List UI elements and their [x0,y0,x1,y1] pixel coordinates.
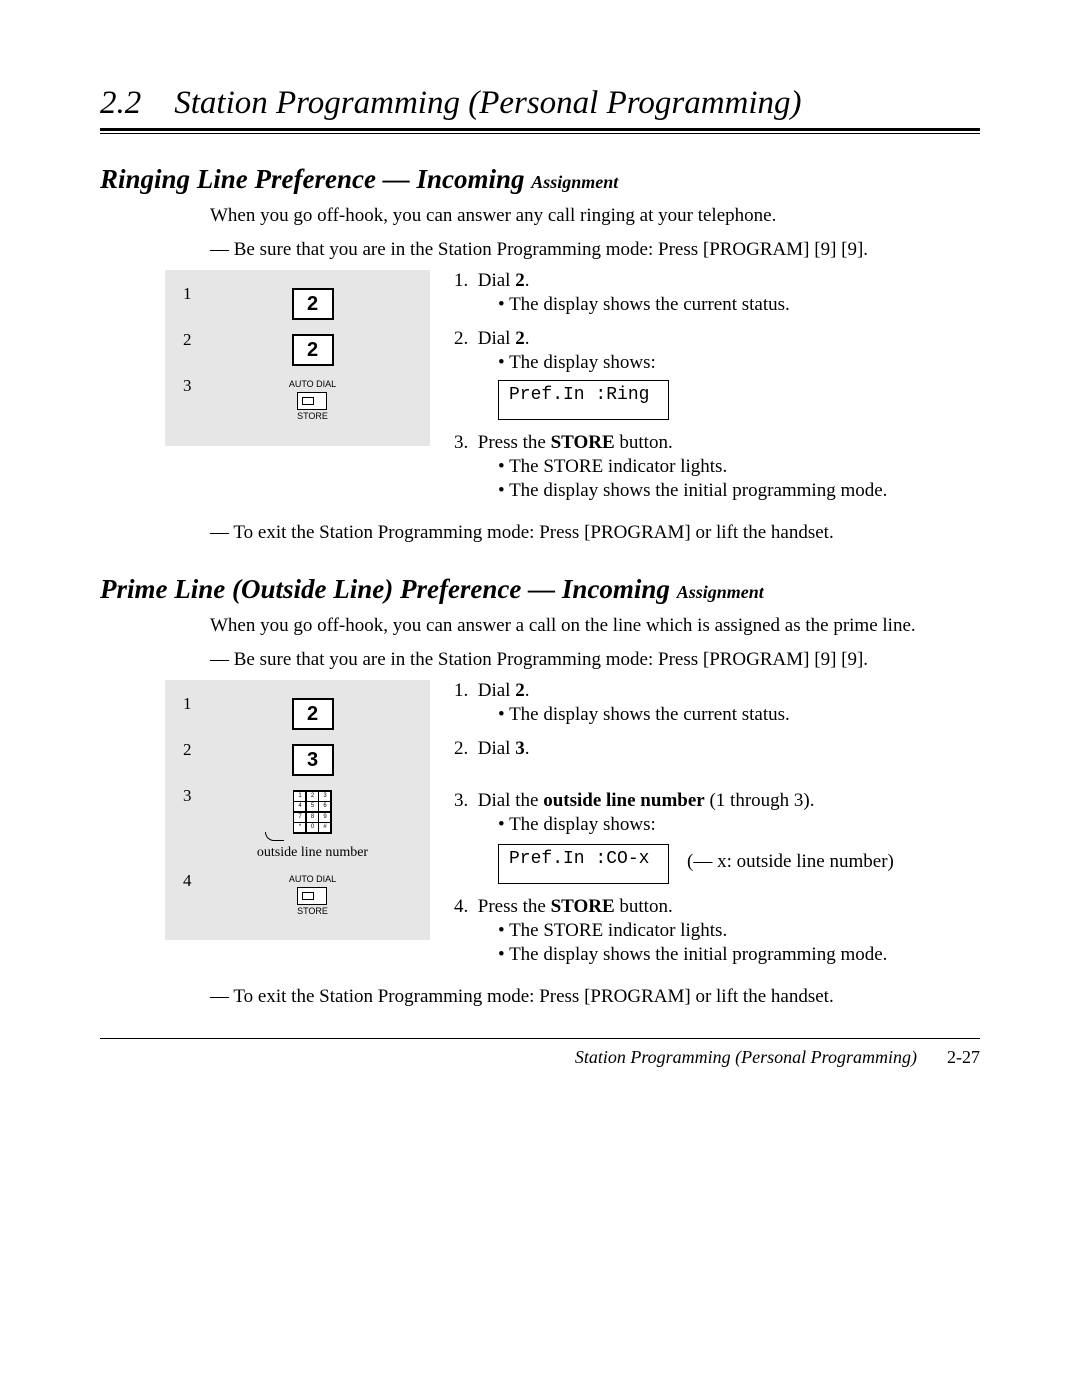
diagram-step-num: 2 [183,740,205,760]
bullet: The STORE indicator lights. [498,456,980,478]
precondition-note: — Be sure that you are in the Station Pr… [210,647,980,673]
procedure-block: 1 2 2 2 3 AUTO DIAL STORE [100,270,980,514]
precondition-note: — Be sure that you are in the Station Pr… [210,237,980,263]
diagram-step-num: 2 [183,330,205,350]
bullet: The STORE indicator lights. [498,920,980,942]
diagram-panel: 1 2 2 2 3 AUTO DIAL STORE [165,270,430,446]
lcd-display: Pref.In :Ring [498,380,669,420]
exit-note: — To exit the Station Programming mode: … [210,984,980,1010]
procedure-block: 1 2 2 3 3 123 456 789 *0# [100,680,980,978]
subsection-title: Ringing Line Preference — Incoming Assig… [100,164,980,195]
diagram-step-num: 3 [183,786,205,806]
intro-text: When you go off-hook, you can answer any… [210,203,980,229]
bullet: The display shows the current status. [498,704,980,726]
bullet: The display shows: [498,814,980,836]
intro-text: When you go off-hook, you can answer a c… [210,613,980,639]
bullet: The display shows the current status. [498,294,980,316]
page-number: 2-27 [947,1047,980,1068]
display-note: (— x: outside line number) [687,851,894,873]
diagram-step-num: 3 [183,376,205,396]
bullet: The display shows: [498,352,980,374]
bullet: The display shows the initial programmin… [498,944,980,966]
header-rule [100,128,980,134]
section-number: 2.2 [100,85,141,121]
step: 3. Press the STORE button. The STORE ind… [454,432,980,502]
exit-note: — To exit the Station Programming mode: … [210,520,980,546]
diagram-step-num: 1 [183,284,205,304]
section-title: Station Programming (Personal Programmin… [174,85,801,121]
step: 1. Dial 2. The display shows the current… [454,680,980,726]
diagram-step-num: 4 [183,871,205,891]
step: 3. Dial the outside line number (1 throu… [454,790,980,884]
step: 1. Dial 2. The display shows the current… [454,270,980,316]
store-button-icon: AUTO DIAL STORE [289,380,336,422]
keypad-caption: outside line number [257,845,368,861]
diagram-panel: 1 2 2 3 3 123 456 789 *0# [165,680,430,940]
steps-list: 1. Dial 2. The display shows the current… [430,270,980,514]
step: 2. Dial 3. [454,738,980,760]
bullet: The display shows the initial programmin… [498,480,980,502]
keycap-icon: 2 [292,288,334,320]
keycap-icon: 2 [292,698,334,730]
keypad-icon: 123 456 789 *0# outside line number [257,790,368,861]
page-footer: Station Programming (Personal Programmin… [100,1038,980,1068]
diagram-step-num: 1 [183,694,205,714]
keycap-icon: 2 [292,334,334,366]
keycap-icon: 3 [292,744,334,776]
footer-title: Station Programming (Personal Programmin… [575,1047,917,1068]
section-header: 2.2 Station Programming (Personal Progra… [100,85,980,122]
step: 2. Dial 2. The display shows: Pref.In :R… [454,328,980,420]
lcd-display: Pref.In :CO-x [498,844,669,884]
page: 2.2 Station Programming (Personal Progra… [0,0,1080,1397]
step: 4. Press the STORE button. The STORE ind… [454,896,980,966]
store-button-icon: AUTO DIAL STORE [289,875,336,917]
subsection-title: Prime Line (Outside Line) Preference — I… [100,574,980,605]
steps-list: 1. Dial 2. The display shows the current… [430,680,980,978]
